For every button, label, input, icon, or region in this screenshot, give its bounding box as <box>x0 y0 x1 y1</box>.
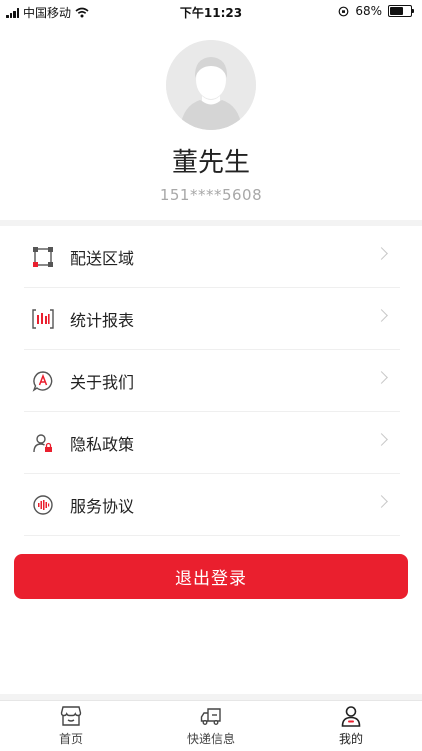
tab-label: 首页 <box>58 732 83 746</box>
tab-express-info[interactable]: 快递信息 <box>161 705 261 749</box>
user-phone: 151****5608 <box>159 186 263 204</box>
menu-label: 统计报表 <box>70 310 135 330</box>
default-avatar-icon <box>166 40 256 130</box>
profile-icon <box>341 706 361 727</box>
avatar[interactable] <box>166 40 256 130</box>
menu-item-privacy-policy[interactable]: 隐私政策 <box>24 412 400 474</box>
settings-menu: 配送区域 统计报表 关于我们 隐私政策 服务协议 退出登录 <box>0 226 422 694</box>
user-name: 董先生 <box>171 148 250 178</box>
menu-item-statistics-report[interactable]: 统计报表 <box>24 288 400 350</box>
status-bar: 中国移动 下午11:23 68% <box>0 0 422 22</box>
truck-icon <box>200 708 221 725</box>
menu-item-service-agreement[interactable]: 服务协议 <box>24 474 400 536</box>
chevron-right-icon <box>375 309 388 322</box>
status-right: 68% <box>338 4 414 18</box>
chevron-right-icon <box>375 247 388 260</box>
menu-label: 关于我们 <box>70 372 135 392</box>
tab-bar: 首页 快递信息 我的 <box>0 700 422 751</box>
menu-label: 配送区域 <box>70 248 135 268</box>
about-us-icon <box>32 370 54 392</box>
chevron-right-icon <box>375 495 388 508</box>
tab-mine[interactable]: 我的 <box>301 705 401 749</box>
home-store-icon <box>60 706 82 726</box>
menu-label: 隐私政策 <box>70 434 135 454</box>
tab-label: 快递信息 <box>186 732 235 746</box>
service-agreement-icon <box>32 494 54 516</box>
privacy-policy-icon <box>32 432 54 454</box>
logout-button[interactable]: 退出登录 <box>14 554 408 599</box>
tab-label: 我的 <box>338 732 363 746</box>
tab-home[interactable]: 首页 <box>21 705 121 749</box>
delivery-area-icon <box>32 246 54 268</box>
profile-header: 董先生 151****5608 <box>0 22 422 220</box>
battery-percent: 68% <box>355 4 382 18</box>
statistics-report-icon <box>32 308 54 330</box>
orientation-lock-icon <box>338 6 349 16</box>
chevron-right-icon <box>375 371 388 384</box>
chevron-right-icon <box>375 433 388 446</box>
menu-item-delivery-area[interactable]: 配送区域 <box>24 226 400 288</box>
battery-icon <box>388 5 414 17</box>
menu-item-about-us[interactable]: 关于我们 <box>24 350 400 412</box>
menu-label: 服务协议 <box>70 496 135 516</box>
